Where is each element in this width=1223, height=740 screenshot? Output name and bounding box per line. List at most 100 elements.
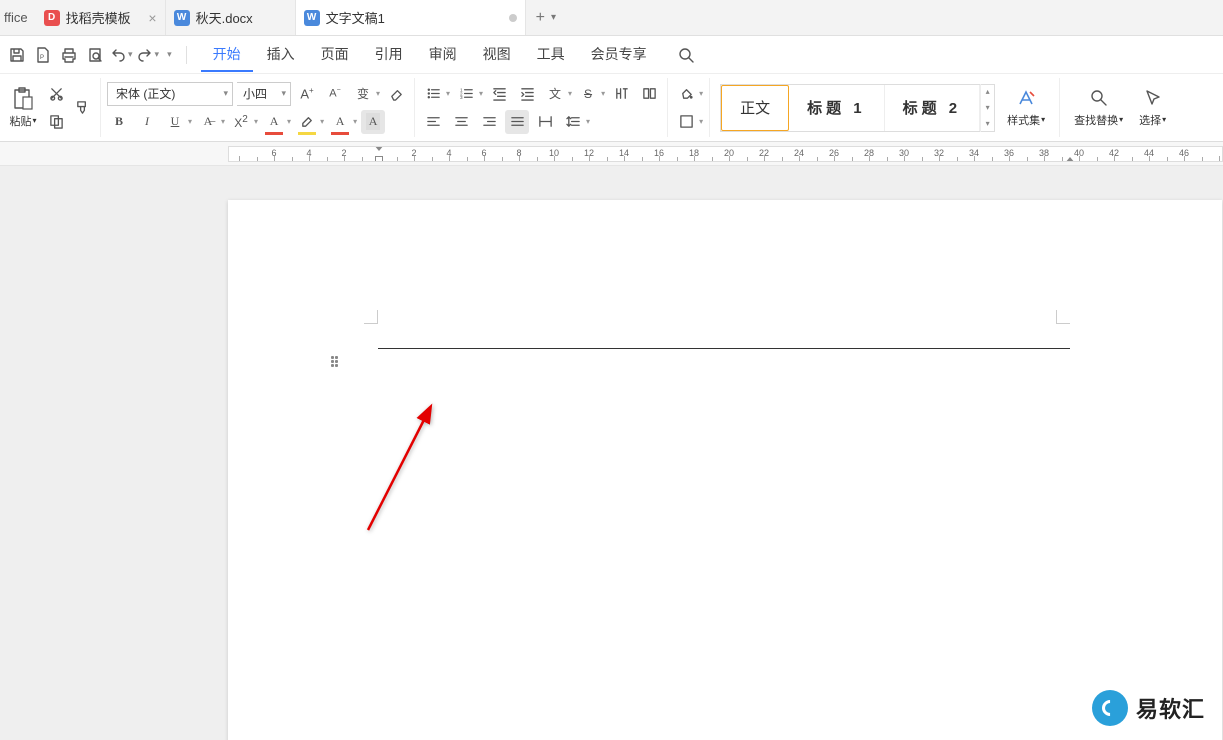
redo-icon [137,47,153,63]
font-family-select[interactable]: 宋体 (正文) ▾ [107,82,233,106]
hanging-indent-marker[interactable] [375,156,383,162]
distribute-button[interactable] [533,110,557,134]
align-center-icon [454,114,469,129]
margin-corner-tl [350,296,378,324]
select-button[interactable]: 选择▾ [1131,88,1174,128]
page[interactable] [228,200,1222,740]
paste-label: 粘贴 [9,113,31,129]
align-right-icon [482,114,497,129]
asian-layout-button[interactable] [609,82,633,106]
docer-icon: D [44,10,60,26]
superscript-button[interactable]: X2▾ [229,110,258,134]
tab-document-2[interactable]: W 文字文稿1 [296,0,526,35]
new-tab-button[interactable]: + ▾ [526,0,566,35]
text-effects-button[interactable]: A▾ [328,110,357,134]
bullets-button[interactable]: ▾ [421,82,450,106]
print-icon [61,47,77,63]
menu-page[interactable]: 页面 [309,38,361,72]
align-left-button[interactable] [421,110,445,134]
paste-button[interactable]: 粘贴▾ [6,87,40,129]
border-button[interactable]: ▾ [674,110,703,134]
bold-icon: B [115,114,123,129]
character-shading-button[interactable]: A [361,110,385,134]
styles-group: 正文 标题 1 标题 2 ▴ ▾ ▾ 样式集▾ [710,78,1059,137]
style-normal[interactable]: 正文 [721,85,789,131]
strikethrough-icon: A̶ [204,114,213,129]
cut-icon [49,86,64,101]
copy-button[interactable] [44,110,68,134]
unsaved-indicator-icon [509,14,517,22]
redo-button[interactable]: ▾ [135,47,162,63]
word-icon: W [304,10,320,26]
print-preview-button[interactable] [82,42,108,68]
menu-vip[interactable]: 会员专享 [579,38,659,72]
menu-review[interactable]: 审阅 [417,38,469,72]
styles-scroll-up[interactable]: ▴ [980,84,994,100]
search-button[interactable] [673,42,699,68]
asian-layout-icon [614,86,629,101]
styles-scroll-down[interactable]: ▾ [980,100,994,116]
undo-button[interactable]: ▾ [108,47,135,63]
style-heading1[interactable]: 标题 1 [789,85,885,131]
horizontal-line[interactable] [378,348,1070,349]
ribbon: 粘贴▾ 宋体 (正文) ▾ 小四 ▾ [0,74,1223,142]
export-pdf-button[interactable]: P [30,42,56,68]
menu-view[interactable]: 视图 [471,38,523,72]
underline-button[interactable]: U▾ [163,110,192,134]
line-spacing-button[interactable]: ▾ [561,110,590,134]
clipboard-group: 粘贴▾ [0,78,101,137]
font-color-button[interactable]: A▾ [262,110,291,134]
close-icon[interactable]: × [148,10,156,26]
menu-references[interactable]: 引用 [363,38,415,72]
cut-button[interactable] [44,82,68,106]
italic-button[interactable]: I [135,110,159,134]
drag-handle-icon[interactable] [331,356,343,368]
grow-font-icon: A+ [300,86,313,101]
separator [186,46,187,64]
horizontal-ruler[interactable]: 6422468101214161820222426283032343638404… [228,146,1223,162]
distribute-icon [538,114,553,129]
align-right-button[interactable] [477,110,501,134]
strikethrough-button[interactable]: A̶▾ [196,110,225,134]
bold-button[interactable]: B [107,110,131,134]
customize-quickbar-icon[interactable]: ▾ [167,49,172,60]
grow-font-button[interactable]: A+ [295,82,319,106]
shading-button[interactable]: ▾ [674,82,703,106]
tab-document-1[interactable]: W 秋天.docx [166,0,296,35]
save-button[interactable] [4,42,30,68]
paragraph-group: ▾ 123▾ 文▾ S▾ ▾ [415,78,668,137]
right-indent-marker[interactable] [1065,157,1075,162]
tab-templates[interactable]: D 找稻壳模板 × [36,0,166,35]
highlight-button[interactable]: ▾ [295,110,324,134]
chevron-down-icon: ▾ [551,12,556,23]
shrink-font-button[interactable]: A− [323,82,347,106]
menu-tools[interactable]: 工具 [525,38,577,72]
font-size-select[interactable]: 小四 ▾ [237,82,291,106]
format-painter-button[interactable] [70,96,94,120]
styles-expand[interactable]: ▾ [980,116,994,132]
align-left-icon [426,114,441,129]
increase-indent-icon [520,86,535,101]
print-button[interactable] [56,42,82,68]
text-direction-button[interactable]: 文▾ [543,82,572,106]
clear-format-button[interactable] [384,82,408,106]
word-icon: W [174,10,190,26]
decrease-indent-button[interactable] [487,82,511,106]
increase-indent-button[interactable] [515,82,539,106]
menu-insert[interactable]: 插入 [255,38,307,72]
find-replace-button[interactable]: 查找替换▾ [1066,88,1131,128]
chevron-down-icon[interactable]: ▾ [128,49,133,60]
highlight-icon [300,114,315,129]
style-heading2[interactable]: 标题 2 [885,85,981,131]
first-line-indent-marker[interactable] [374,146,384,151]
align-center-button[interactable] [449,110,473,134]
show-marks-button[interactable] [637,82,661,106]
style-set-button[interactable]: 样式集▾ [999,88,1053,128]
sort-button[interactable]: S▾ [576,82,605,106]
change-case-button[interactable]: 变▾ [351,82,380,106]
numbering-button[interactable]: 123▾ [454,82,483,106]
align-justify-button[interactable] [505,110,529,134]
menu-home[interactable]: 开始 [201,38,253,72]
tab-label: 找稻壳模板 [66,8,131,27]
chevron-down-icon[interactable]: ▾ [155,49,160,60]
